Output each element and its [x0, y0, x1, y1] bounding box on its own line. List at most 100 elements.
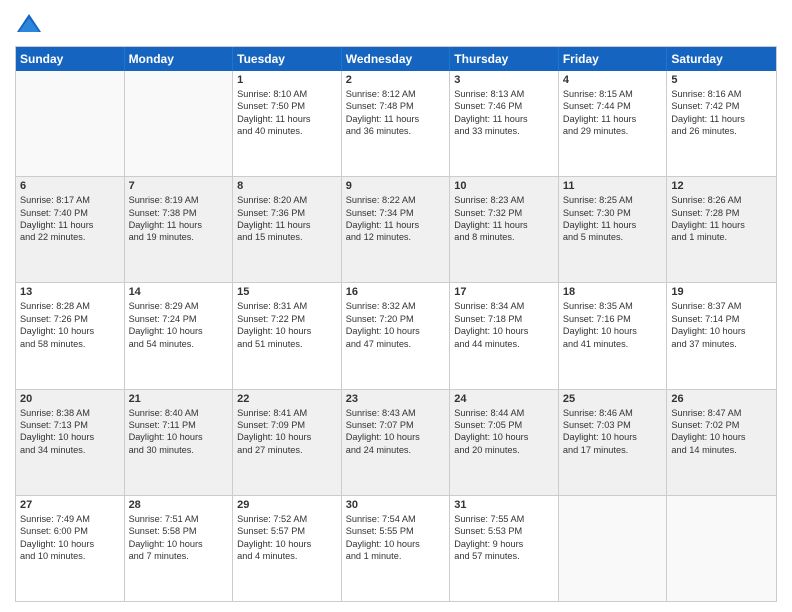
cell-line: and 24 minutes.	[346, 444, 446, 456]
calendar-cell: 11 Sunrise: 8:25 AMSunset: 7:30 PMDayligh…	[559, 177, 668, 282]
cell-line: Sunrise: 7:49 AM	[20, 513, 120, 525]
logo	[15, 10, 47, 38]
cell-line: Sunset: 7:11 PM	[129, 419, 229, 431]
cell-line: Daylight: 11 hours	[20, 219, 120, 231]
cell-line: Sunset: 7:14 PM	[671, 313, 772, 325]
cell-line: Daylight: 11 hours	[129, 219, 229, 231]
cell-line: Sunrise: 8:16 AM	[671, 88, 772, 100]
cell-line: Sunrise: 8:34 AM	[454, 300, 554, 312]
cell-line: Sunset: 7:30 PM	[563, 207, 663, 219]
calendar-row-3: 20Sunrise: 8:38 AMSunset: 7:13 PMDayligh…	[16, 389, 776, 495]
day-number: 14	[129, 286, 229, 298]
day-number: 19	[671, 286, 772, 298]
cell-line: Sunset: 7:07 PM	[346, 419, 446, 431]
cell-line: Sunrise: 8:22 AM	[346, 194, 446, 206]
calendar-cell: 20Sunrise: 8:38 AMSunset: 7:13 PMDayligh…	[16, 390, 125, 495]
calendar-cell: 18Sunrise: 8:35 AMSunset: 7:16 PMDayligh…	[559, 283, 668, 388]
cell-line: and 40 minutes.	[237, 125, 337, 137]
calendar-cell: 3Sunrise: 8:13 AMSunset: 7:46 PMDaylight…	[450, 71, 559, 176]
cell-line: Sunrise: 8:28 AM	[20, 300, 120, 312]
cell-line: Sunrise: 8:13 AM	[454, 88, 554, 100]
calendar-cell: 12Sunrise: 8:26 AMSunset: 7:28 PMDayligh…	[667, 177, 776, 282]
header-day-saturday: Saturday	[667, 47, 776, 71]
calendar-cell: 31Sunrise: 7:55 AMSunset: 5:53 PMDayligh…	[450, 496, 559, 601]
cell-line: Sunset: 7:13 PM	[20, 419, 120, 431]
cell-line: and 5 minutes.	[563, 231, 663, 243]
calendar-cell: 15Sunrise: 8:31 AMSunset: 7:22 PMDayligh…	[233, 283, 342, 388]
cell-line: Daylight: 10 hours	[454, 325, 554, 337]
cell-line: Sunset: 5:55 PM	[346, 525, 446, 537]
cell-line: and 57 minutes.	[454, 550, 554, 562]
cell-line: Sunset: 7:09 PM	[237, 419, 337, 431]
calendar-cell: 14Sunrise: 8:29 AMSunset: 7:24 PMDayligh…	[125, 283, 234, 388]
cell-line: and 1 minute.	[671, 231, 772, 243]
cell-line: Daylight: 11 hours	[671, 219, 772, 231]
day-number: 28	[129, 499, 229, 511]
cell-line: Sunrise: 8:20 AM	[237, 194, 337, 206]
calendar-cell: 21Sunrise: 8:40 AMSunset: 7:11 PMDayligh…	[125, 390, 234, 495]
day-number: 4	[563, 74, 663, 86]
calendar-cell: 6Sunrise: 8:17 AMSunset: 7:40 PMDaylight…	[16, 177, 125, 282]
calendar-cell	[16, 71, 125, 176]
cell-line: Daylight: 10 hours	[346, 538, 446, 550]
day-number: 11	[563, 180, 663, 192]
cell-line: Sunrise: 8:26 AM	[671, 194, 772, 206]
cell-line: and 4 minutes.	[237, 550, 337, 562]
cell-line: Daylight: 11 hours	[563, 219, 663, 231]
cell-line: Daylight: 10 hours	[237, 538, 337, 550]
day-number: 1	[237, 74, 337, 86]
cell-line: Sunset: 7:44 PM	[563, 100, 663, 112]
cell-line: Sunset: 6:00 PM	[20, 525, 120, 537]
calendar-header: SundayMondayTuesdayWednesdayThursdayFrid…	[16, 47, 776, 71]
calendar-cell: 19Sunrise: 8:37 AMSunset: 7:14 PMDayligh…	[667, 283, 776, 388]
day-number: 21	[129, 393, 229, 405]
cell-line: and 10 minutes.	[20, 550, 120, 562]
calendar-row-4: 27Sunrise: 7:49 AMSunset: 6:00 PMDayligh…	[16, 495, 776, 601]
calendar-cell: 27 Sunrise: 7:49 AMSunset: 6:00 PMDayligh…	[16, 496, 125, 601]
cell-line: Daylight: 11 hours	[563, 113, 663, 125]
calendar-cell	[559, 496, 668, 601]
header-day-sunday: Sunday	[16, 47, 125, 71]
cell-line: Sunrise: 8:47 AM	[671, 407, 772, 419]
cell-line: Sunrise: 8:10 AM	[237, 88, 337, 100]
day-number: 25	[563, 393, 663, 405]
calendar-cell: 16Sunrise: 8:32 AMSunset: 7:20 PMDayligh…	[342, 283, 451, 388]
page: SundayMondayTuesdayWednesdayThursdayFrid…	[0, 0, 792, 612]
cell-line: and 54 minutes.	[129, 338, 229, 350]
cell-line: Sunrise: 7:55 AM	[454, 513, 554, 525]
cell-line: and 33 minutes.	[454, 125, 554, 137]
cell-line: Daylight: 11 hours	[454, 219, 554, 231]
cell-line: Sunrise: 8:23 AM	[454, 194, 554, 206]
cell-line: Sunset: 7:26 PM	[20, 313, 120, 325]
cell-line: and 27 minutes.	[237, 444, 337, 456]
cell-line: Sunrise: 7:51 AM	[129, 513, 229, 525]
header-day-thursday: Thursday	[450, 47, 559, 71]
cell-line: and 36 minutes.	[346, 125, 446, 137]
cell-line: Sunrise: 8:15 AM	[563, 88, 663, 100]
cell-line: Daylight: 10 hours	[129, 538, 229, 550]
calendar-cell: 26Sunrise: 8:47 AMSunset: 7:02 PMDayligh…	[667, 390, 776, 495]
calendar: SundayMondayTuesdayWednesdayThursdayFrid…	[15, 46, 777, 602]
cell-line: Daylight: 10 hours	[20, 538, 120, 550]
cell-line: and 19 minutes.	[129, 231, 229, 243]
cell-line: Daylight: 10 hours	[237, 431, 337, 443]
day-number: 27	[20, 499, 120, 511]
day-number: 15	[237, 286, 337, 298]
cell-line: Daylight: 11 hours	[671, 113, 772, 125]
header-day-tuesday: Tuesday	[233, 47, 342, 71]
day-number: 29	[237, 499, 337, 511]
calendar-body: 1Sunrise: 8:10 AMSunset: 7:50 PMDaylight…	[16, 71, 776, 601]
cell-line: Sunset: 7:22 PM	[237, 313, 337, 325]
calendar-cell: 28Sunrise: 7:51 AMSunset: 5:58 PMDayligh…	[125, 496, 234, 601]
cell-line: Sunrise: 8:41 AM	[237, 407, 337, 419]
cell-line: Sunset: 7:02 PM	[671, 419, 772, 431]
day-number: 12	[671, 180, 772, 192]
calendar-cell: 25Sunrise: 8:46 AMSunset: 7:03 PMDayligh…	[559, 390, 668, 495]
cell-line: and 22 minutes.	[20, 231, 120, 243]
day-number: 8	[237, 180, 337, 192]
calendar-cell: 7Sunrise: 8:19 AMSunset: 7:38 PMDaylight…	[125, 177, 234, 282]
cell-line: Sunset: 7:46 PM	[454, 100, 554, 112]
cell-line: Sunset: 7:48 PM	[346, 100, 446, 112]
cell-line: Sunrise: 8:25 AM	[563, 194, 663, 206]
cell-line: Daylight: 11 hours	[237, 219, 337, 231]
